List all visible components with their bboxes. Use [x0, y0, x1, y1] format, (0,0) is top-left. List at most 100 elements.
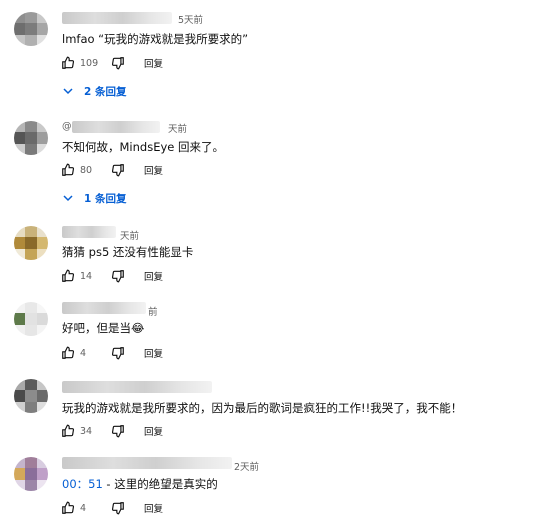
avatar-pixel	[14, 313, 26, 325]
avatar-pixel	[14, 457, 26, 469]
comment-time[interactable]: 天前	[168, 121, 187, 135]
reply-button[interactable]: 回复	[144, 501, 163, 515]
reply-button[interactable]: 回复	[144, 269, 163, 283]
avatar-pixel	[25, 457, 37, 469]
avatar-pixel	[36, 313, 48, 325]
avatar-pixel	[25, 12, 37, 24]
avatar-pixel	[14, 237, 26, 249]
avatar-pixel	[14, 143, 26, 155]
avatar-pixel	[25, 34, 37, 46]
avatar-pixel	[36, 479, 48, 491]
author-name-blurred[interactable]	[72, 121, 160, 133]
avatar-pixel	[14, 132, 26, 144]
avatar-pixel	[25, 23, 37, 35]
avatar-pixel	[25, 479, 37, 491]
avatar[interactable]	[14, 121, 48, 155]
avatar-pixel	[25, 302, 37, 314]
reply-button[interactable]: 回复	[144, 424, 163, 438]
avatar-pixel	[25, 468, 37, 480]
thumbs-up-icon[interactable]	[60, 162, 76, 178]
avatar-pixel	[25, 313, 37, 325]
thumbs-down-icon[interactable]	[110, 500, 126, 516]
thumbs-down-icon[interactable]	[110, 162, 126, 178]
view-replies-button[interactable]: 1 条回复	[62, 189, 126, 207]
avatar-pixel	[36, 121, 48, 133]
avatar-pixel	[36, 226, 48, 238]
avatar-pixel	[14, 226, 26, 238]
avatar-pixel	[36, 457, 48, 469]
avatar-pixel	[36, 302, 48, 314]
avatar-pixel	[25, 143, 37, 155]
avatar-pixel	[36, 401, 48, 413]
avatar[interactable]	[14, 379, 48, 413]
reply-button[interactable]: 回复	[144, 56, 163, 70]
comment-time[interactable]: 前	[148, 304, 158, 318]
thumbs-up-icon[interactable]	[60, 500, 76, 516]
avatar-pixel	[14, 12, 26, 24]
avatar[interactable]	[14, 457, 48, 491]
reply-button[interactable]: 回复	[144, 163, 163, 177]
avatar-pixel	[14, 248, 26, 260]
avatar-pixel	[14, 401, 26, 413]
avatar-pixel	[14, 302, 26, 314]
avatar-pixel	[14, 34, 26, 46]
thumbs-up-icon[interactable]	[60, 423, 76, 439]
avatar[interactable]	[14, 12, 48, 46]
thumbs-up-icon[interactable]	[60, 268, 76, 284]
avatar-pixel	[14, 468, 26, 480]
avatar-pixel	[25, 248, 37, 260]
avatar-pixel	[36, 468, 48, 480]
avatar[interactable]	[14, 226, 48, 260]
like-count: 109	[80, 57, 99, 69]
avatar-pixel	[36, 23, 48, 35]
author-prefix: @	[62, 121, 72, 132]
avatar-pixel	[36, 34, 48, 46]
avatar-pixel	[14, 23, 26, 35]
author-name-blurred[interactable]	[62, 12, 172, 24]
replies-label: 1 条回复	[84, 192, 127, 205]
chevron-down-icon	[62, 191, 76, 205]
avatar-pixel	[14, 121, 26, 133]
thumbs-down-icon[interactable]	[110, 345, 126, 361]
comment-text: 猜猜 ps5 还没有性能显卡	[62, 245, 194, 259]
comment-time[interactable]: 2天前	[234, 459, 259, 473]
avatar-pixel	[25, 401, 37, 413]
comment-actions: 80 回复	[60, 162, 163, 178]
like-count: 80	[80, 164, 93, 176]
avatar-pixel	[36, 390, 48, 402]
thumbs-up-icon[interactable]	[60, 345, 76, 361]
avatar-pixel	[36, 132, 48, 144]
view-replies-button[interactable]: 2 条回复	[62, 82, 126, 100]
comment-time[interactable]: 天前	[120, 228, 139, 242]
author-name-blurred[interactable]	[62, 381, 212, 393]
avatar-pixel	[36, 324, 48, 336]
avatar-pixel	[25, 237, 37, 249]
avatar-pixel	[36, 237, 48, 249]
video-timestamp-link[interactable]: 00：51	[62, 477, 103, 491]
avatar-pixel	[25, 379, 37, 391]
avatar[interactable]	[14, 302, 48, 336]
reply-button[interactable]: 回复	[144, 346, 163, 360]
author-name-blurred[interactable]	[62, 457, 232, 469]
avatar-pixel	[36, 379, 48, 391]
author-name-blurred[interactable]	[62, 302, 146, 314]
like-count: 4	[80, 502, 87, 514]
avatar-pixel	[36, 12, 48, 24]
avatar-pixel	[36, 143, 48, 155]
thumbs-down-icon[interactable]	[110, 268, 126, 284]
comment-text-body: - 这里的绝望是真实的	[102, 477, 218, 491]
avatar-pixel	[25, 121, 37, 133]
comment-actions: 34 回复	[60, 423, 163, 439]
thumbs-up-icon[interactable]	[60, 55, 76, 71]
avatar-pixel	[25, 390, 37, 402]
like-count: 14	[80, 270, 93, 282]
avatar-pixel	[25, 226, 37, 238]
thumbs-down-icon[interactable]	[110, 423, 126, 439]
avatar-pixel	[36, 248, 48, 260]
thumbs-down-icon[interactable]	[110, 55, 126, 71]
chevron-down-icon	[62, 84, 76, 98]
comment-time[interactable]: 5天前	[178, 12, 203, 26]
author-name-blurred[interactable]	[62, 226, 116, 238]
comment-text: 玩我的游戏就是我所要求的，因为最后的歌词是疯狂的工作!!我哭了，我不能！	[62, 401, 463, 415]
like-count: 34	[80, 425, 93, 437]
